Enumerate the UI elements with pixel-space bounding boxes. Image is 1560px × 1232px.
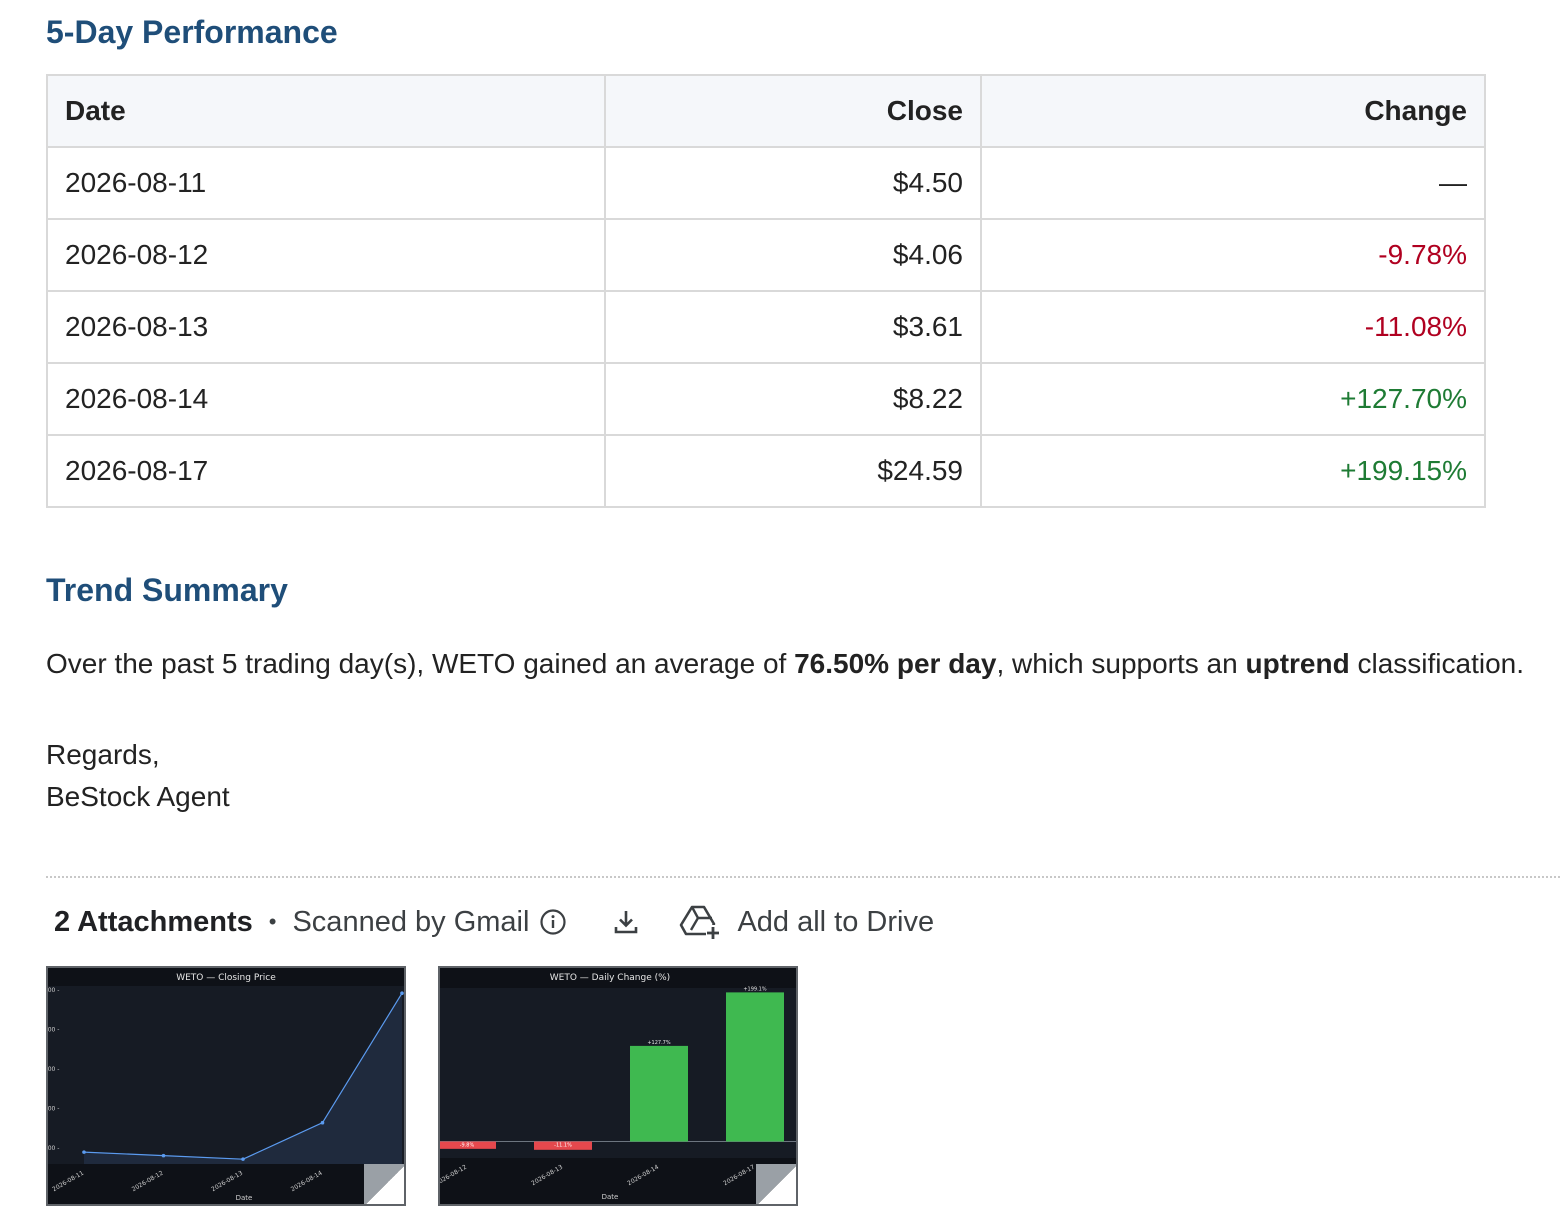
closing-price-chart: WETO — Closing Price 5.00 - 0.00 - 5.00 - 0.… [48, 968, 404, 1204]
x-tick-label: 2026-08-17 [722, 1164, 756, 1188]
price-point [241, 1157, 245, 1161]
average-gain: 76.50% per day [794, 648, 997, 679]
price-point [161, 1153, 166, 1158]
x-tick-label: 2026-08-13 [210, 1170, 244, 1194]
x-tick-label: 2026-08-12 [440, 1164, 468, 1188]
attachments-divider [46, 876, 1560, 878]
performance-table: Date Close Change 2026-08-11 $4.50 — 202… [46, 74, 1486, 508]
table-row: 2026-08-11 $4.50 — [46, 146, 1486, 220]
page-fold-icon [756, 1164, 796, 1204]
column-header-close: Close [604, 74, 982, 148]
y-tick-label: 0.00 - [48, 1106, 59, 1113]
x-axis-label: Date [236, 1194, 253, 1202]
cell-change: +199.15% [980, 434, 1486, 508]
price-point [400, 991, 404, 995]
y-tick-label: 5.00 - [48, 987, 59, 994]
trend-text-part: classification. [1349, 648, 1524, 679]
bar-data-label: +127.7% [647, 1040, 671, 1046]
attachments-bar: 2 Attachments • Scanned by Gmail Add all… [54, 898, 934, 946]
cell-change: +127.70% [980, 362, 1486, 436]
y-tick-label: 5.00 - [48, 1145, 59, 1152]
performance-title: 5-Day Performance [46, 14, 338, 50]
y-tick-label: 5.00 - [48, 1066, 59, 1073]
attachments-count: 2 Attachments [54, 905, 253, 938]
cell-close: $4.06 [604, 218, 982, 292]
add-to-drive-icon[interactable] [679, 903, 721, 941]
table-header-row: Date Close Change [46, 74, 1486, 148]
cell-change: — [980, 146, 1486, 220]
table-row: 2026-08-14 $8.22 +127.70% [46, 362, 1486, 436]
cell-close: $8.22 [604, 362, 982, 436]
bar-data-label: -9.8% [460, 1143, 475, 1149]
separator-dot: • [268, 909, 277, 934]
trend-summary-title: Trend Summary [46, 572, 288, 608]
bar-data-label: -11.1% [554, 1143, 572, 1149]
price-point [320, 1120, 325, 1125]
trend-classification: uptrend [1245, 648, 1350, 679]
table-row: 2026-08-13 $3.61 -11.08% [46, 290, 1486, 364]
cell-date: 2026-08-17 [46, 434, 606, 508]
add-all-to-drive-button[interactable]: Add all to Drive [737, 906, 934, 939]
column-header-date: Date [46, 74, 606, 148]
signature: Regards, BeStock Agent [46, 734, 230, 818]
cell-change: -11.08% [980, 290, 1486, 364]
x-axis-label: Date [602, 1193, 619, 1201]
x-tick-label: 2026-08-12 [131, 1170, 165, 1194]
cell-close: $24.59 [604, 434, 982, 508]
y-tick-label: 0.00 - [48, 1027, 59, 1034]
trend-text-part: Over the past 5 trading day(s), WETO gai… [46, 648, 795, 679]
cell-date: 2026-08-13 [46, 290, 606, 364]
x-tick-label: 2026-08-14 [290, 1170, 324, 1194]
signature-name: BeStock Agent [46, 781, 230, 812]
trend-summary-text: Over the past 5 trading day(s), WETO gai… [46, 644, 1524, 684]
trend-text-part: , which supports an [996, 648, 1246, 679]
cell-change: -9.78% [980, 218, 1486, 292]
table-row: 2026-08-12 $4.06 -9.78% [46, 218, 1486, 292]
column-header-change: Change [980, 74, 1486, 148]
cell-close: $3.61 [604, 290, 982, 364]
page-fold-icon [364, 1164, 404, 1204]
table-row: 2026-08-17 $24.59 +199.15% [46, 434, 1486, 508]
x-tick-label: 2026-08-14 [626, 1164, 660, 1188]
attachment-thumbnail-daily-change[interactable]: WETO — Daily Change (%) -9.8% -11.1% +127.7… [438, 966, 798, 1206]
cell-date: 2026-08-14 [46, 362, 606, 436]
signature-greeting: Regards, [46, 739, 160, 770]
scanned-by-gmail-label: Scanned by Gmail [292, 905, 530, 938]
info-circle-icon[interactable] [539, 908, 567, 936]
change-bar [726, 992, 784, 1142]
cell-date: 2026-08-11 [46, 146, 606, 220]
cell-close: $4.50 [604, 146, 982, 220]
daily-change-chart: WETO — Daily Change (%) -9.8% -11.1% +127.7… [440, 968, 796, 1204]
x-tick-label: 2026-08-13 [530, 1164, 564, 1188]
attachment-thumbnail-closing-price[interactable]: WETO — Closing Price 5.00 - 0.00 - 5.00 - 0.… [46, 966, 406, 1206]
change-bar [630, 1045, 688, 1142]
download-icon[interactable] [611, 907, 641, 937]
bar-data-label: +199.1% [743, 986, 767, 992]
chart-title: WETO — Daily Change (%) [550, 973, 670, 983]
chart-title: WETO — Closing Price [176, 973, 276, 983]
price-point [82, 1150, 86, 1154]
x-tick-label: 2026-08-11 [51, 1170, 85, 1194]
cell-date: 2026-08-12 [46, 218, 606, 292]
